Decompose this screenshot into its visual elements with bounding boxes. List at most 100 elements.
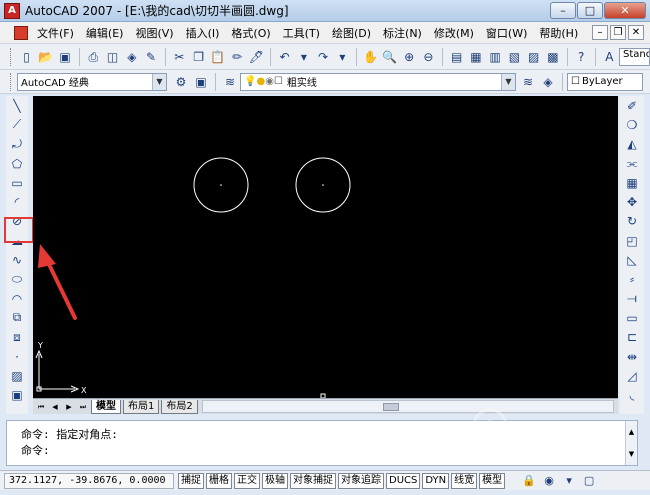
break-icon[interactable]: ⊏	[623, 328, 641, 347]
layer-combo[interactable]: 💡 ● ◉ ☐ 粗实线 ▼	[240, 72, 516, 91]
make-object-layer-current-icon[interactable]: ≋	[520, 74, 536, 90]
doc-restore-button[interactable]: ❐	[610, 25, 626, 40]
menu-window[interactable]: 窗口(W)	[480, 25, 533, 41]
spline-icon[interactable]: ∿	[8, 250, 26, 269]
line-icon[interactable]: ╲	[8, 96, 26, 115]
menu-help[interactable]: 帮助(H)	[533, 25, 584, 41]
make-block-icon[interactable]: ⧈	[8, 328, 26, 347]
ducs-toggle[interactable]: DUCS	[386, 472, 421, 489]
tray-settings-icon[interactable]: ▾	[561, 473, 577, 489]
menu-edit[interactable]: 编辑(E)	[80, 25, 130, 41]
polyline-icon[interactable]: ⤾	[8, 135, 26, 154]
fillet-icon[interactable]: ◟	[623, 385, 641, 404]
coordinates-display[interactable]: 372.1127, -39.8676, 0.0000	[4, 472, 174, 489]
chamfer-icon[interactable]: ◿	[623, 366, 641, 385]
menu-insert[interactable]: 插入(I)	[180, 25, 226, 41]
insert-block-icon[interactable]: ⧉	[8, 308, 26, 327]
layer-previous-icon[interactable]: ◈	[540, 74, 556, 90]
pan-icon[interactable]: ✋	[363, 49, 378, 65]
lineweight-toggle[interactable]: 线宽	[451, 472, 478, 489]
doc-close-button[interactable]: ✕	[628, 25, 644, 40]
paste-icon[interactable]: 📋	[210, 49, 225, 65]
array-icon[interactable]: ▦	[623, 173, 641, 192]
trim-icon[interactable]: ⸗	[623, 270, 641, 289]
document-icon[interactable]	[14, 25, 28, 40]
help-icon[interactable]: ?	[574, 49, 589, 65]
menu-draw[interactable]: 绘图(D)	[326, 25, 377, 41]
chevron-down-icon[interactable]: ▼	[501, 73, 515, 90]
menu-modify[interactable]: 修改(M)	[428, 25, 480, 41]
lock-icon[interactable]: 🔒	[521, 473, 537, 489]
pen-icon[interactable]: 🖊	[249, 49, 264, 65]
redo-icon[interactable]: ↷	[315, 49, 330, 65]
new-icon[interactable]: ▯	[19, 49, 34, 65]
zoom-previous-icon[interactable]: ⊖	[421, 49, 436, 65]
ellipse-icon[interactable]: ⬭	[8, 270, 26, 289]
last-tab-icon[interactable]: ⏭	[77, 401, 89, 413]
open-icon[interactable]: 📂	[38, 49, 53, 65]
osnap-toggle[interactable]: 对象捕捉	[290, 472, 336, 489]
scroll-thumb[interactable]	[382, 403, 399, 411]
scroll-up-icon[interactable]: ▲	[626, 421, 637, 443]
polygon-icon[interactable]: ⬠	[8, 154, 26, 173]
undo-icon[interactable]: ↶	[277, 49, 292, 65]
break-at-point-icon[interactable]: ▭	[623, 308, 641, 327]
offset-icon[interactable]: ⫘	[623, 154, 641, 173]
save-icon[interactable]: ▣	[57, 49, 72, 65]
text-style-combo[interactable]: Stand	[619, 47, 650, 66]
sheet-set-icon[interactable]: ▧	[507, 49, 522, 65]
plot-preview-icon[interactable]: ◫	[105, 49, 120, 65]
extend-icon[interactable]: ⟞	[623, 289, 641, 308]
copy-object-icon[interactable]: ❍	[623, 115, 641, 134]
print-icon[interactable]: ⎙	[86, 49, 101, 65]
brush-icon[interactable]: ✎	[143, 49, 158, 65]
rotate-icon[interactable]: ↻	[623, 212, 641, 231]
menu-tools[interactable]: 工具(T)	[277, 25, 326, 41]
color-combo[interactable]: ☐ ByLayer	[567, 72, 643, 91]
first-tab-icon[interactable]: ⏮	[35, 401, 47, 413]
publish-icon[interactable]: ◈	[124, 49, 139, 65]
tab-model[interactable]: 模型	[91, 399, 121, 414]
autocad-app-icon[interactable]: A	[4, 2, 20, 19]
properties-icon[interactable]: ▤	[449, 49, 464, 65]
zoom-realtime-icon[interactable]: 🔍	[382, 49, 397, 65]
workspace-combo[interactable]: AutoCAD 经典 ▼	[17, 72, 167, 91]
markup-icon[interactable]: ▨	[526, 49, 541, 65]
polar-toggle[interactable]: 极轴	[262, 472, 288, 489]
join-icon[interactable]: ⇹	[623, 347, 641, 366]
erase-icon[interactable]: ✐	[623, 96, 641, 115]
move-icon[interactable]: ✥	[623, 192, 641, 211]
stretch-icon[interactable]: ◺	[623, 250, 641, 269]
toolbar-grip[interactable]	[10, 72, 13, 91]
layer-manager-icon[interactable]: ≋	[222, 74, 238, 90]
point-icon[interactable]: ·	[8, 347, 26, 366]
command-scrollbar[interactable]: ▲ ▼	[625, 421, 637, 465]
tab-layout2[interactable]: 布局2	[161, 399, 198, 414]
scroll-down-icon[interactable]: ▼	[626, 443, 637, 465]
tool-palettes-icon[interactable]: ▥	[488, 49, 503, 65]
hatch-icon[interactable]: ▨	[8, 366, 26, 385]
cut-icon[interactable]: ✂	[172, 49, 187, 65]
doc-minimize-button[interactable]: –	[592, 25, 608, 40]
close-button[interactable]: ✕	[604, 2, 646, 19]
zoom-window-icon[interactable]: ⊕	[402, 49, 417, 65]
text-style-icon[interactable]: A	[602, 49, 617, 65]
grid-toggle[interactable]: 栅格	[206, 472, 232, 489]
menu-format[interactable]: 格式(O)	[225, 25, 276, 41]
menu-dimension[interactable]: 标注(N)	[377, 25, 428, 41]
calculator-icon[interactable]: ▩	[545, 49, 560, 65]
minimize-button[interactable]: –	[550, 2, 576, 19]
toolbar-grip[interactable]	[10, 47, 13, 66]
chevron-down-icon[interactable]: ▼	[152, 73, 166, 90]
workspace-save-icon[interactable]: ▣	[193, 74, 209, 90]
workspace-settings-icon[interactable]: ⚙	[173, 74, 189, 90]
arc-icon[interactable]: ◜	[8, 192, 26, 211]
communication-center-icon[interactable]: ◉	[541, 473, 557, 489]
otrack-toggle[interactable]: 对象追踪	[338, 472, 384, 489]
snap-toggle[interactable]: 捕捉	[178, 472, 204, 489]
drawing-canvas[interactable]: Y X	[33, 96, 618, 398]
tab-layout1[interactable]: 布局1	[123, 399, 160, 414]
undo-dropdown-icon[interactable]: ▾	[296, 49, 311, 65]
redo-dropdown-icon[interactable]: ▾	[335, 49, 350, 65]
menu-view[interactable]: 视图(V)	[129, 25, 179, 41]
